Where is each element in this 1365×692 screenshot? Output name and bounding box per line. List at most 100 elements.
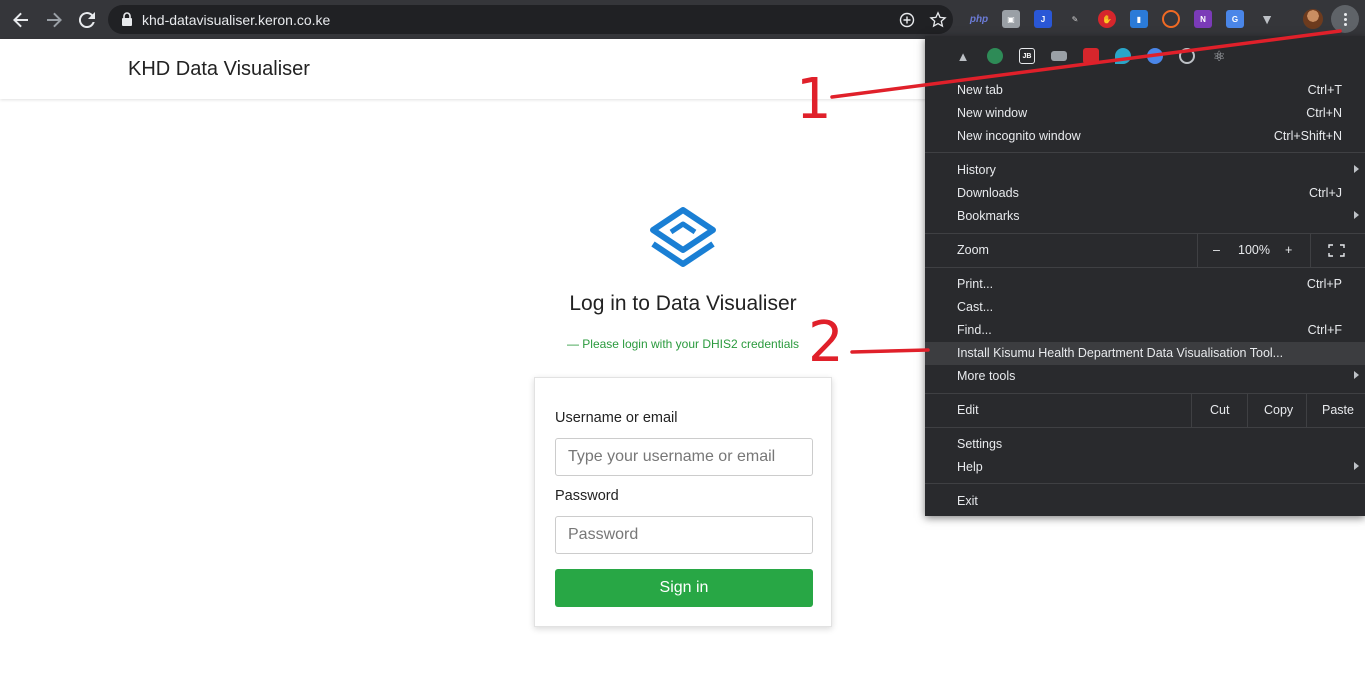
fullscreen-icon[interactable] bbox=[1328, 244, 1345, 257]
pen-icon[interactable]: ✎ bbox=[1066, 10, 1084, 28]
password-field[interactable] bbox=[555, 516, 813, 554]
cut-button[interactable]: Cut bbox=[1210, 403, 1229, 417]
reload-icon bbox=[79, 12, 95, 28]
chrome-menu-button[interactable] bbox=[1331, 5, 1359, 33]
menu-divider bbox=[925, 152, 1365, 153]
menu-label: New tab bbox=[957, 83, 1003, 97]
menu-label: Cast... bbox=[957, 300, 994, 314]
back-button[interactable] bbox=[9, 8, 33, 32]
bookmark-star-icon[interactable] bbox=[929, 11, 947, 29]
shortcut: Ctrl+T bbox=[1307, 83, 1342, 97]
menu-exit[interactable]: Exit bbox=[925, 490, 1365, 513]
menu-edit-row: Edit Cut Copy Paste bbox=[925, 394, 1365, 427]
card-icon[interactable] bbox=[1051, 51, 1067, 61]
menu-zoom-row: Zoom – 100% + bbox=[925, 234, 1365, 267]
menu-extensions-row: ▲ JB ⚛ bbox=[925, 36, 1365, 76]
password-input[interactable] bbox=[556, 517, 812, 553]
login-card: Username or email Password Sign in bbox=[534, 377, 832, 627]
menu-label: Downloads bbox=[957, 186, 1019, 200]
menu-label: Settings bbox=[957, 437, 1003, 451]
menu-divider bbox=[1191, 394, 1192, 427]
menu-label: Bookmarks bbox=[957, 209, 1020, 223]
zoom-out-button[interactable]: – bbox=[1213, 243, 1220, 257]
red-hand-icon[interactable]: ✋ bbox=[1098, 10, 1116, 28]
shortcut: Ctrl+Shift+N bbox=[1273, 129, 1342, 143]
dot bbox=[1343, 17, 1347, 21]
zoom-label: Zoom bbox=[957, 243, 989, 257]
submenu-arrow-icon bbox=[1354, 371, 1359, 379]
menu-label: History bbox=[957, 163, 996, 177]
camera-icon[interactable]: ▣ bbox=[1002, 10, 1020, 28]
login-subtitle: — Please login with your DHIS2 credentia… bbox=[566, 337, 800, 351]
shortcut: Ctrl+J bbox=[1309, 186, 1342, 200]
submenu-arrow-icon bbox=[1354, 211, 1359, 219]
react-atom-icon[interactable]: ⚛ bbox=[1211, 48, 1227, 64]
menu-divider bbox=[1247, 394, 1248, 427]
submenu-arrow-icon bbox=[1354, 462, 1359, 470]
menu-new-window[interactable]: New window Ctrl+N bbox=[925, 102, 1365, 125]
menu-more-tools[interactable]: More tools bbox=[925, 365, 1365, 388]
red-extension-icon[interactable] bbox=[1083, 48, 1099, 64]
menu-new-tab[interactable]: New tab Ctrl+T bbox=[925, 79, 1365, 102]
bookmark-icon[interactable]: ▮ bbox=[1130, 10, 1148, 28]
menu-label: Find... bbox=[957, 323, 992, 337]
menu-find[interactable]: Find... Ctrl+F bbox=[925, 319, 1365, 342]
copy-button[interactable]: Copy bbox=[1264, 403, 1293, 417]
menu-label: More tools bbox=[957, 369, 1016, 383]
sign-in-button[interactable]: Sign in bbox=[555, 569, 813, 607]
edit-label: Edit bbox=[957, 403, 979, 417]
target-icon[interactable] bbox=[1179, 48, 1195, 64]
reload-button[interactable] bbox=[75, 8, 99, 32]
zoom-level: 100% bbox=[1238, 243, 1270, 257]
zoom-in-button[interactable]: + bbox=[1285, 243, 1292, 257]
v-icon[interactable]: ▼ bbox=[1258, 10, 1276, 28]
avatar[interactable] bbox=[1303, 9, 1323, 29]
menu-downloads[interactable]: Downloads Ctrl+J bbox=[925, 182, 1365, 205]
menu-history[interactable]: History bbox=[925, 159, 1365, 182]
menu-divider bbox=[925, 267, 1365, 268]
chrome-menu: ▲ JB ⚛ New tab Ctrl+T New window Ctrl+N … bbox=[925, 36, 1365, 516]
layers-logo-icon bbox=[650, 207, 716, 267]
menu-settings[interactable]: Settings bbox=[925, 433, 1365, 456]
menu-label: New incognito window bbox=[957, 129, 1081, 143]
menu-divider bbox=[925, 483, 1365, 484]
menu-install-app[interactable]: Install Kisumu Health Department Data Vi… bbox=[925, 342, 1365, 365]
menu-print[interactable]: Print... Ctrl+P bbox=[925, 273, 1365, 296]
forward-button[interactable] bbox=[42, 8, 66, 32]
username-field[interactable] bbox=[555, 438, 813, 476]
blue-circle-icon[interactable] bbox=[1147, 48, 1163, 64]
drive-icon[interactable]: ▲ bbox=[955, 48, 971, 64]
shortcut: Ctrl+N bbox=[1306, 106, 1342, 120]
blue-j-icon[interactable]: J bbox=[1034, 10, 1052, 28]
username-input[interactable] bbox=[556, 439, 812, 475]
green-globe-icon[interactable] bbox=[987, 48, 1003, 64]
menu-bookmarks[interactable]: Bookmarks bbox=[925, 205, 1365, 228]
password-label: Password bbox=[555, 488, 619, 504]
dot bbox=[1343, 22, 1347, 26]
menu-help[interactable]: Help bbox=[925, 456, 1365, 479]
menu-divider bbox=[1306, 394, 1307, 427]
menu-label: Exit bbox=[957, 494, 978, 508]
pin-icon[interactable] bbox=[1115, 48, 1131, 64]
menu-label: Install Kisumu Health Department Data Vi… bbox=[957, 346, 1284, 360]
onenote-icon[interactable]: N bbox=[1194, 10, 1212, 28]
menu-label: Print... bbox=[957, 277, 994, 291]
translate-icon[interactable]: G bbox=[1226, 10, 1244, 28]
php-icon[interactable]: php bbox=[970, 10, 988, 28]
annotation-step-1: 1 bbox=[796, 67, 832, 132]
dot bbox=[1343, 12, 1347, 16]
annotation-step-2: 2 bbox=[808, 310, 844, 375]
brand-title[interactable]: KHD Data Visualiser bbox=[128, 58, 310, 81]
menu-divider bbox=[925, 427, 1365, 428]
swirl-icon[interactable] bbox=[1162, 10, 1180, 28]
address-bar[interactable]: khd-datavisualiser.keron.co.ke bbox=[108, 5, 953, 34]
url-text: khd-datavisualiser.keron.co.ke bbox=[142, 12, 331, 28]
add-icon[interactable] bbox=[898, 11, 916, 29]
submenu-arrow-icon bbox=[1354, 165, 1359, 173]
jb-icon[interactable]: JB bbox=[1019, 48, 1035, 64]
menu-new-incognito[interactable]: New incognito window Ctrl+Shift+N bbox=[925, 125, 1365, 148]
menu-cast[interactable]: Cast... bbox=[925, 296, 1365, 319]
menu-label: New window bbox=[957, 106, 1028, 120]
shortcut: Ctrl+F bbox=[1307, 323, 1342, 337]
paste-button[interactable]: Paste bbox=[1322, 403, 1354, 417]
